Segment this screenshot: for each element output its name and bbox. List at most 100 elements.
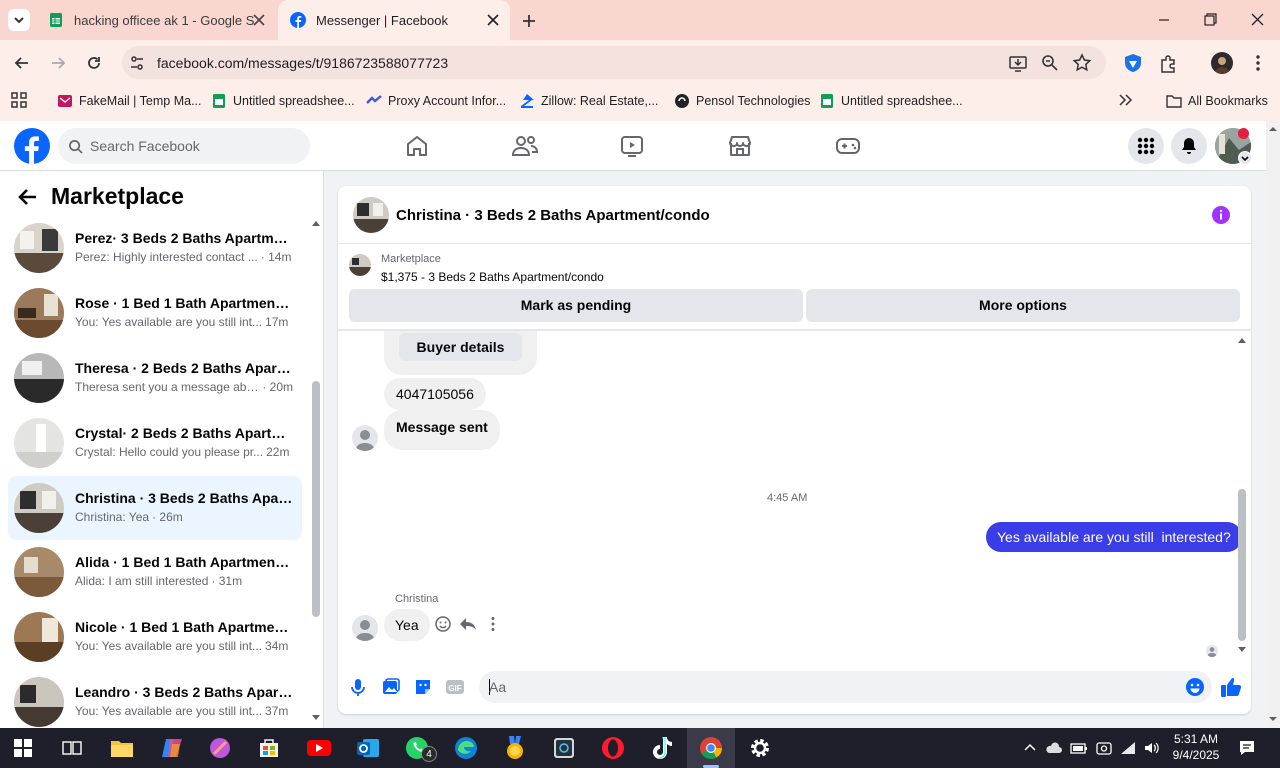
conversation-item[interactable]: Theresa · 2 Beds 2 Baths Apartm... There… [8, 346, 302, 410]
forward-button[interactable] [46, 51, 70, 75]
buyer-details-button[interactable]: Buyer details [399, 333, 522, 361]
conversation-item[interactable]: Leandro · 3 Beds 2 Baths Apart... You: Y… [8, 670, 302, 734]
minimize-button[interactable] [1152, 10, 1176, 30]
message-more-button[interactable] [484, 615, 502, 633]
start-button[interactable] [8, 733, 38, 763]
bookmark-zillow[interactable]: Zillow: Real Estate,... [519, 92, 658, 110]
bookmark-spreadsheet-1[interactable]: Untitled spreadshee... [211, 92, 355, 110]
page-scrollbar[interactable] [1266, 121, 1280, 728]
notification-center-button[interactable] [1238, 739, 1256, 757]
nav-video[interactable] [619, 133, 645, 159]
app-button-3[interactable] [549, 733, 579, 763]
opera-button[interactable] [598, 733, 628, 763]
conversation-item[interactable]: Perez· 3 Beds 2 Baths Apartmen... Perez:… [8, 216, 302, 280]
sidebar-scroll-down-icon[interactable] [311, 714, 321, 722]
youtube-button[interactable] [304, 733, 334, 763]
listing-thumbnail-small[interactable] [349, 254, 371, 276]
install-app-button[interactable] [1008, 53, 1028, 73]
apps-button[interactable] [10, 91, 28, 109]
chrome-menu-button[interactable] [1248, 52, 1268, 74]
bookmark-proxy[interactable]: Proxy Account Infor... [366, 92, 506, 110]
emoji-button[interactable] [1185, 677, 1205, 697]
conversation-item[interactable]: Crystal· 2 Beds 2 Baths Apartme... Cryst… [8, 411, 302, 475]
back-button[interactable] [10, 51, 34, 75]
extension-shield-button[interactable] [1122, 52, 1144, 74]
onedrive-tray-icon[interactable] [1045, 740, 1063, 756]
bookmark-pensol[interactable]: Pensol Technologies [674, 92, 810, 110]
message-input[interactable]: Aa [479, 671, 1212, 703]
volume-tray-icon[interactable] [1143, 740, 1161, 756]
close-window-button[interactable] [1245, 10, 1269, 30]
battery-tray-icon[interactable] [1070, 740, 1088, 756]
nav-home[interactable] [404, 133, 430, 159]
notifications-button[interactable] [1171, 128, 1207, 164]
account-chevron[interactable] [1238, 151, 1252, 165]
profile-avatar-button[interactable] [1211, 52, 1233, 74]
store-button[interactable] [254, 733, 284, 763]
reply-button[interactable] [459, 615, 477, 633]
wifi-tray-icon[interactable] [1119, 740, 1137, 756]
conversation-info-button[interactable] [1211, 205, 1231, 225]
new-tab-button[interactable] [518, 10, 540, 32]
conversation-item-selected[interactable]: Christina · 3 Beds 2 Baths Apart... Chri… [8, 476, 302, 540]
settings-button[interactable] [745, 733, 775, 763]
close-icon[interactable] [484, 11, 502, 29]
bookmark-star-button[interactable] [1072, 53, 1092, 73]
sidebar-scroll-up-icon[interactable] [311, 219, 321, 227]
tab-google-sheets[interactable]: hacking officee ak 1 - Google Sl [36, 0, 276, 40]
app-button-2[interactable] [500, 733, 530, 763]
mark-as-pending-button[interactable]: Mark as pending [349, 289, 803, 322]
site-info-button[interactable] [128, 54, 146, 72]
edge-button[interactable] [451, 733, 481, 763]
contact-avatar[interactable] [352, 425, 378, 451]
contact-avatar[interactable] [352, 615, 378, 641]
file-explorer-button[interactable] [107, 733, 137, 763]
bookmark-spreadsheet-2[interactable]: Untitled spreadshee... [819, 92, 963, 110]
reload-button[interactable] [82, 51, 106, 75]
chrome-button-active[interactable] [687, 728, 735, 768]
chat-header-title[interactable]: Christina · 3 Beds 2 Baths Apartment/con… [396, 207, 710, 224]
chat-scrollbar-thumb[interactable] [1238, 489, 1246, 641]
zoom-button[interactable] [1040, 53, 1060, 73]
chat-header-avatar[interactable] [353, 197, 389, 233]
attach-photo-button[interactable] [381, 677, 401, 697]
scroll-down-icon[interactable] [1268, 714, 1278, 724]
tray-overflow-button[interactable] [1022, 740, 1038, 756]
scroll-up-icon[interactable] [1268, 124, 1278, 134]
conversation-item[interactable]: Nicole · 1 Bed 1 Bath Apartment... You: … [8, 605, 302, 669]
bookmark-fakemail[interactable]: FakeMail | Temp Ma... [57, 92, 202, 110]
copilot-button[interactable] [157, 733, 187, 763]
listing-title[interactable]: $1,375 - 3 Beds 2 Baths Apartment/condo [381, 270, 604, 284]
more-bookmarks-button[interactable] [1116, 91, 1134, 109]
app-button-1[interactable] [205, 733, 235, 763]
tab-messenger[interactable]: Messenger | Facebook [278, 0, 510, 40]
sticker-button[interactable] [413, 677, 433, 697]
tiktok-button[interactable] [647, 733, 677, 763]
more-options-button[interactable]: More options [806, 289, 1240, 322]
extensions-button[interactable] [1158, 52, 1180, 74]
voice-clip-button[interactable] [348, 677, 368, 697]
facebook-logo[interactable] [14, 128, 50, 164]
close-icon[interactable] [250, 11, 268, 29]
facebook-search-box[interactable]: Search Facebook [58, 128, 310, 164]
meet-now-tray-icon[interactable] [1095, 740, 1113, 756]
outlook-button[interactable] [353, 733, 383, 763]
sidebar-scrollbar-thumb[interactable] [312, 381, 320, 617]
conversation-item[interactable]: Rose · 1 Bed 1 Bath Apartment/c... You: … [8, 281, 302, 345]
nav-marketplace[interactable] [727, 133, 753, 159]
conversation-item[interactable]: Alida · 1 Bed 1 Bath Apartment/c... Alid… [8, 540, 302, 604]
tab-search-button[interactable] [8, 9, 30, 31]
back-arrow-button[interactable] [16, 185, 40, 209]
nav-gaming[interactable] [834, 133, 862, 159]
restore-button[interactable] [1198, 10, 1222, 30]
gif-button[interactable]: GIF [445, 678, 465, 696]
chat-scroll-up-icon[interactable] [1237, 336, 1247, 344]
url-text[interactable]: facebook.com/messages/t/9186723588077723 [157, 55, 448, 71]
like-button[interactable] [1220, 676, 1242, 698]
chat-scroll-down-icon[interactable] [1237, 646, 1247, 654]
all-bookmarks-button[interactable]: All Bookmarks [1166, 92, 1268, 110]
react-button[interactable] [434, 615, 452, 633]
task-view-button[interactable] [57, 733, 87, 763]
taskbar-clock[interactable]: 5:31 AM 9/4/2025 [1166, 731, 1226, 765]
nav-friends[interactable] [511, 133, 539, 159]
